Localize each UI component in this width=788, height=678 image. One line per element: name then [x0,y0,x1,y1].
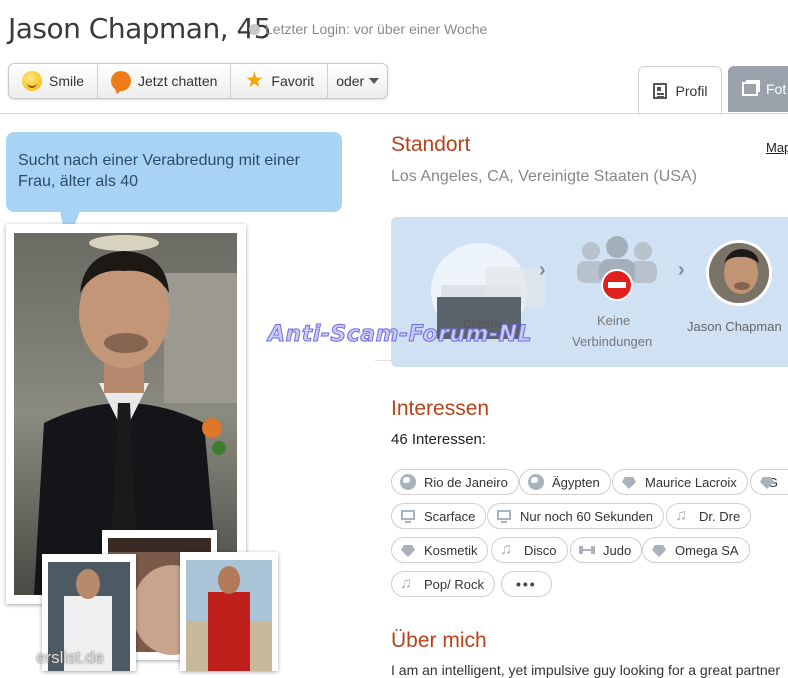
divider [375,360,395,361]
no-connections-icon [577,236,657,301]
last-login-text: Letzter Login: vor über einer Woche [265,21,488,37]
interest-chip[interactable]: Scarface [391,503,487,529]
music-note-icon: ♫ [400,575,412,592]
favorite-button[interactable]: ★ Favorit [231,64,329,98]
profile-name: Jason Chapman, 45 [8,12,272,45]
interest-label: Ägypten [552,474,600,490]
interest-chip[interactable]: Ägypten [519,469,611,495]
dumbbell-icon [579,542,595,558]
interest-label: Pop/ Rock [424,576,484,592]
interest-chip[interactable]: G [750,469,788,495]
star-icon: ★ [244,69,264,92]
location-text: Los Angeles, CA, Vereinigte Staaten (USA… [391,168,697,185]
interest-chip[interactable]: Nur noch 60 Sekunden [487,503,664,529]
interest-label: Omega SA [675,542,739,558]
tab-profile-label: Profil [675,83,708,99]
tv-icon [400,508,416,524]
offline-dot-icon [249,23,260,35]
site-watermark-label: erslist.de [36,648,105,667]
more-dropdown-button[interactable]: oder [328,64,387,98]
looking-for-bubble: Sucht nach einer Verabredung mit einer F… [6,132,342,212]
target-avatar[interactable] [706,240,772,306]
profile-document-icon [652,83,667,99]
interest-label: Scarface [424,508,476,524]
interest-label: Maurice Lacroix [645,474,737,490]
action-bar: Smile Jetzt chatten ★ Favorit oder [8,63,389,99]
chat-bubble-icon [111,71,132,91]
about-text: I am an intelligent, yet impulsive guy l… [391,662,781,678]
more-interests-button[interactable]: ••• [501,571,552,597]
about-section-title: Über mich [391,629,487,652]
interest-label: Disco [524,542,557,558]
globe-icon [400,474,416,490]
chat-label: Jetzt chatten [138,73,218,89]
target-name: Jason Chapman [687,319,782,334]
smile-icon [22,71,42,91]
interest-chip[interactable]: ♫ Pop/ Rock [391,571,495,597]
music-note-icon: ♫ [675,507,687,524]
more-label: oder [336,73,365,89]
interests-section-title: Interessen [391,397,490,420]
tab-photos[interactable]: Fot [728,66,788,112]
globe-icon [528,474,544,490]
photos-icon [742,82,758,96]
chat-button[interactable]: Jetzt chatten [98,64,232,98]
interest-chip[interactable]: Rio de Janeiro [391,469,519,495]
interest-label: Rio de Janeiro [424,474,508,490]
no-connections-label-1: Keine [597,313,631,328]
smile-button[interactable]: Smile [9,64,99,98]
smile-label: Smile [49,73,85,89]
tab-profile[interactable]: Profil [638,66,722,115]
interest-chip[interactable]: Maurice Lacroix [612,469,748,495]
interest-label: Dr. Dre [699,508,741,524]
diamond-icon [759,474,760,490]
map-link[interactable]: Map [766,140,788,155]
favorite-label: Favorit [271,73,315,89]
music-note-icon: ♫ [500,541,512,558]
interest-chip[interactable]: ♫ Dr. Dre [666,503,752,529]
tv-icon [496,508,512,524]
chevron-right-icon: › [539,259,546,281]
tab-divider [0,113,788,114]
location-section-title: Standort [391,133,471,156]
tab-photos-label: Fot [766,81,787,97]
forum-watermark: Anti-Scam-Forum-NL [267,322,533,348]
interest-label: Kosmetik [424,542,478,558]
interest-chip[interactable]: ♫ Disco [491,537,568,563]
interest-chip[interactable]: Omega SA [642,537,750,563]
diamond-icon [400,542,416,558]
interest-label: Nur noch 60 Sekunden [520,508,653,524]
diamond-icon [621,474,637,490]
interests-count: 46 Interessen: [391,431,487,448]
photo-thumbnail-3[interactable] [180,552,278,671]
no-connections-label-2: Verbindungen [572,334,653,349]
interest-chip[interactable]: Kosmetik [391,537,489,563]
diamond-icon [651,542,667,558]
last-login-status: Letzter Login: vor über einer Woche [249,21,487,37]
interest-label: Judo [603,542,632,558]
thumbnail-3-image [186,560,272,671]
chevron-down-icon [369,78,380,84]
interest-chip[interactable]: Judo [570,537,643,563]
chevron-right-icon: › [678,259,685,281]
